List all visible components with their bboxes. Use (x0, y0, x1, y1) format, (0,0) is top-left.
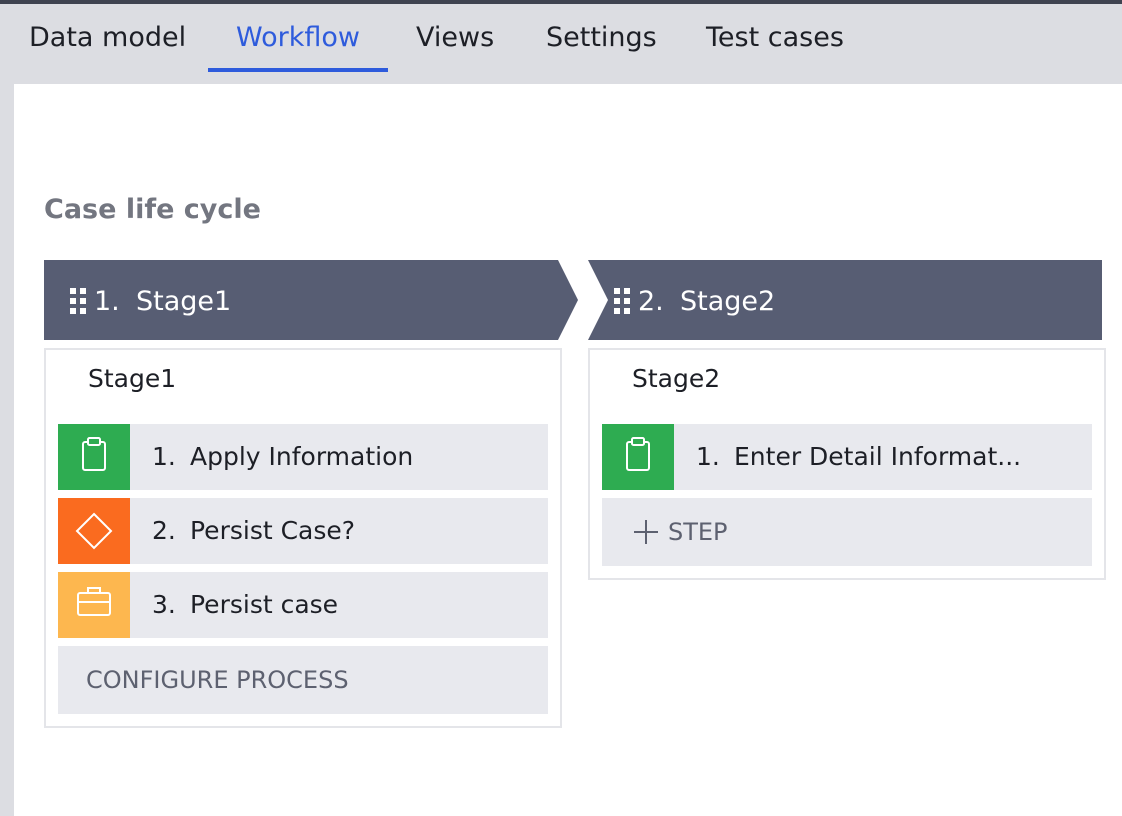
clipboard-icon (626, 437, 650, 471)
tab-bar: Data model Workflow Views Settings Test … (0, 4, 1122, 84)
tab-settings[interactable]: Settings (546, 18, 657, 68)
step-label: 2. Persist Case? (152, 514, 355, 548)
stage-title: 2. Stage2 (638, 282, 775, 322)
add-step-label: STEP (668, 518, 728, 546)
tab-data-model[interactable]: Data model (29, 18, 186, 68)
stage-box-2: Stage2 1. Enter Detail Informat... STEP (588, 348, 1106, 580)
step-badge (58, 424, 130, 490)
tab-test-cases[interactable]: Test cases (706, 18, 844, 68)
step-number: 1. (152, 442, 176, 471)
step-number: 2. (152, 516, 176, 545)
active-tab-indicator (208, 68, 388, 72)
step-name: Enter Detail Informat... (734, 442, 1022, 471)
process-name[interactable]: Stage1 (88, 364, 176, 393)
add-step-button[interactable]: STEP (602, 498, 1092, 566)
step-label: 3. Persist case (152, 588, 338, 622)
plus-icon (634, 520, 658, 544)
step-number: 3. (152, 590, 176, 619)
step-name: Persist case (190, 590, 339, 619)
step-label: 1. Apply Information (152, 440, 413, 474)
step-badge (58, 572, 130, 638)
decision-diamond-icon (75, 512, 113, 550)
section-title: Case life cycle (44, 194, 261, 225)
step-name: Apply Information (190, 442, 414, 471)
step-persist-case[interactable]: 3. Persist case (58, 572, 548, 638)
step-name: Persist Case? (190, 516, 356, 545)
step-badge (602, 424, 674, 490)
drag-handle-icon[interactable] (614, 288, 634, 314)
step-label: 1. Enter Detail Informat... (696, 440, 1021, 474)
clipboard-icon (82, 437, 106, 471)
tab-workflow[interactable]: Workflow (236, 18, 360, 68)
stage-number: 1. (94, 286, 120, 317)
briefcase-icon (77, 587, 111, 616)
configure-process-button[interactable]: CONFIGURE PROCESS (58, 646, 548, 714)
stage-name: Stage2 (680, 286, 776, 317)
step-number: 1. (696, 442, 720, 471)
tab-views[interactable]: Views (416, 18, 494, 68)
process-name[interactable]: Stage2 (632, 364, 720, 393)
step-badge (58, 498, 130, 564)
drag-handle-icon[interactable] (70, 288, 90, 314)
stage-number: 2. (638, 286, 664, 317)
stage-header-2[interactable]: 2. Stage2 (588, 260, 1102, 340)
stage-title: 1. Stage1 (94, 282, 231, 322)
configure-process-label: CONFIGURE PROCESS (86, 666, 349, 694)
stage-box-1: Stage1 1. Apply Information 2. Persist Cas… (44, 348, 562, 728)
step-enter-detail-information[interactable]: 1. Enter Detail Informat... (602, 424, 1092, 490)
step-apply-information[interactable]: 1. Apply Information (58, 424, 548, 490)
stage-header-1[interactable]: 1. Stage1 (44, 260, 580, 340)
step-persist-case-decision[interactable]: 2. Persist Case? (58, 498, 548, 564)
stage-name: Stage1 (136, 286, 232, 317)
